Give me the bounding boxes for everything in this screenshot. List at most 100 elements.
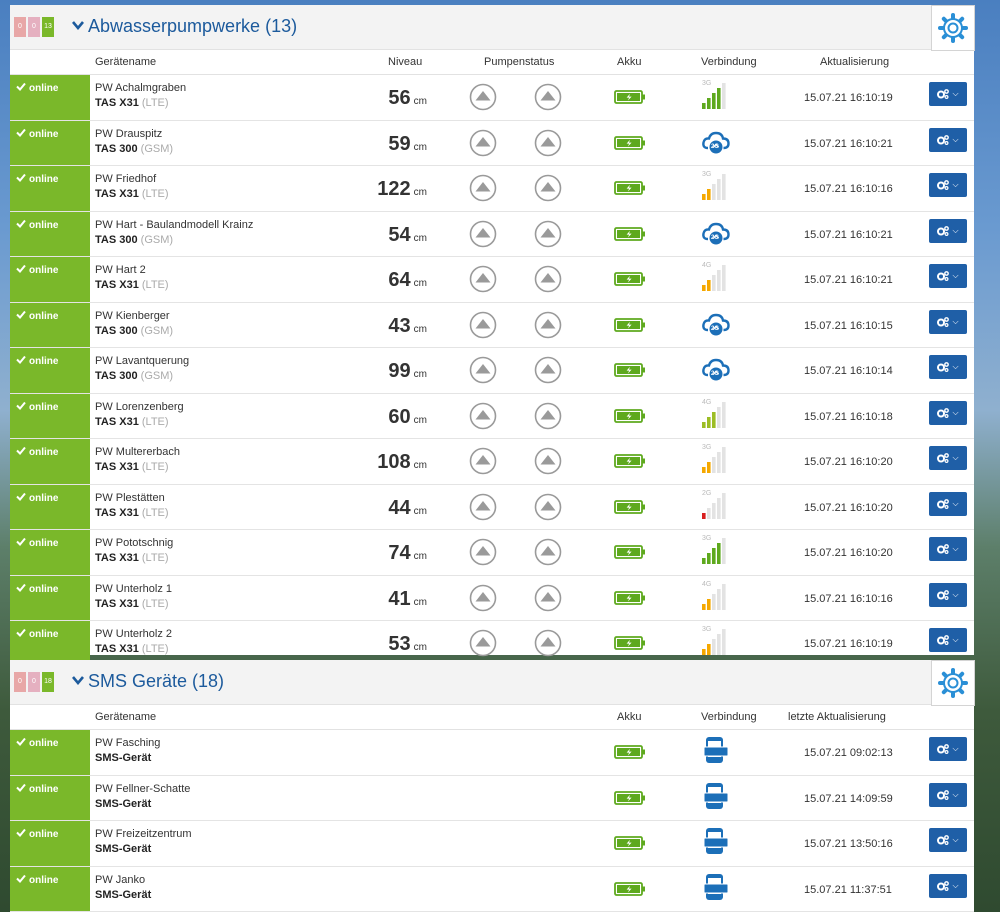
model-name: TAS 300 — [95, 370, 138, 382]
table-row[interactable]: online PW Fellner-Schatte SMS-Gerät 15.07.2… — [10, 775, 974, 821]
pump-1-status-icon — [469, 402, 497, 429]
online-count-badge: 13 — [42, 17, 54, 37]
cogs-icon — [937, 225, 950, 236]
panel-title[interactable]: SMS Geräte (18) — [88, 671, 224, 692]
device-name[interactable]: PW Plestätten — [95, 492, 165, 504]
status-online-badge: online — [10, 302, 90, 347]
device-name[interactable]: PW Kienberger — [95, 310, 170, 322]
level-value: 122 cm — [377, 178, 427, 201]
status-online-badge: online — [10, 393, 90, 438]
status-label: online — [29, 401, 59, 413]
connection-indicator — [703, 873, 729, 906]
device-actions-button[interactable]: ⌵ — [929, 173, 967, 197]
table-row[interactable]: online PW Friedhof TAS X31 (LTE) 122 cm 3G 15.… — [10, 166, 974, 212]
device-name[interactable]: PW Freizeitzentrum — [95, 828, 192, 840]
connection-indicator: 4G — [700, 262, 734, 296]
device-name[interactable]: PW Multererbach — [95, 446, 180, 458]
device-name[interactable]: PW Achalmgraben — [95, 82, 186, 94]
panel-header[interactable]: 0 0 13 Abwasserpumpwerke (13) — [10, 5, 975, 51]
connection-type: (LTE) — [141, 461, 169, 473]
settings-button[interactable] — [931, 660, 975, 706]
device-actions-button[interactable]: ⌵ — [929, 309, 967, 334]
check-icon — [16, 537, 26, 546]
device-name[interactable]: PW Lavantquerung — [95, 355, 189, 367]
battery-icon — [614, 454, 645, 468]
device-name[interactable]: PW Drauspitz — [95, 128, 162, 140]
device-actions-button[interactable]: ⌵ — [929, 218, 967, 243]
device-actions-button[interactable]: ⌵ — [929, 737, 967, 761]
panel-title[interactable]: Abwasserpumpwerke (13) — [88, 16, 297, 37]
model-name: SMS-Gerät — [95, 888, 152, 901]
device-actions-button[interactable]: ⌵ — [929, 628, 967, 652]
device-name[interactable]: PW Hart - Baulandmodell Krainz — [95, 219, 253, 231]
level-number: 53 — [388, 633, 411, 655]
device-actions-button[interactable]: ⌵ — [929, 828, 967, 852]
table-row[interactable]: online PW Janko SMS-Gerät 15.07.21 11:37:51… — [10, 866, 974, 912]
chevron-down-icon[interactable] — [72, 676, 84, 685]
chevron-down-icon: ⌵ — [952, 271, 959, 280]
model-name: TAS 300 — [95, 233, 138, 246]
table-row[interactable]: online PW Lorenzenberg TAS X31 (LTE) 60 cm 4G… — [10, 393, 974, 439]
device-name[interactable]: PW Unterholz 1 — [95, 583, 172, 595]
panel-header[interactable]: 0 0 18 SMS Geräte (18) — [10, 660, 975, 706]
chevron-down-icon: ⌵ — [952, 134, 959, 144]
connection-type: (LTE) — [141, 415, 169, 428]
status-online-badge: online — [10, 575, 90, 620]
device-name[interactable]: PW Lorenzenberg — [95, 401, 184, 413]
cogs-icon — [937, 589, 950, 600]
device-actions-button[interactable]: ⌵ — [929, 782, 967, 807]
connection-indicator: 4G — [700, 399, 734, 433]
table-row[interactable]: online PW Hart - Baulandmodell Krainz TAS … — [10, 211, 974, 257]
device-name[interactable]: PW Hart 2 — [95, 264, 146, 276]
device-name[interactable]: PW Pototschnig — [95, 537, 173, 549]
cogs-icon — [937, 789, 950, 800]
level-value: 41 cm — [388, 588, 427, 611]
battery-icon — [614, 317, 645, 332]
device-actions-button[interactable]: ⌵ — [929, 491, 967, 516]
table-row[interactable]: online PW Kienberger TAS 300 (GSM) 43 cm 2G 15… — [10, 302, 974, 348]
battery-icon — [614, 745, 645, 759]
settings-button[interactable] — [931, 5, 975, 51]
model-name: SMS-Gerät — [95, 752, 152, 764]
device-actions-button[interactable]: ⌵ — [929, 582, 967, 607]
table-row[interactable]: online PW Achalmgraben TAS X31 (LTE) 56 cm 3G… — [10, 75, 974, 121]
device-actions-button[interactable]: ⌵ — [929, 355, 967, 379]
level-unit: cm — [413, 369, 427, 380]
device-actions-button[interactable]: ⌵ — [929, 400, 967, 425]
gear-icon — [938, 13, 968, 43]
model-name: SMS-Gerät — [95, 843, 152, 855]
device-model: SMS-Gerät — [95, 798, 151, 810]
device-name[interactable]: PW Janko — [95, 874, 145, 886]
model-name: TAS X31 — [95, 552, 139, 564]
level-value: 43 cm — [388, 315, 427, 338]
pump-1-status-icon — [469, 83, 497, 111]
device-actions-button[interactable]: ⌵ — [929, 264, 967, 288]
device-actions-button[interactable]: ⌵ — [929, 537, 967, 561]
pump-2-status-icon — [534, 402, 562, 429]
device-name[interactable]: PW Unterholz 2 — [95, 628, 172, 640]
battery-icon — [614, 272, 645, 286]
device-name[interactable]: PW Fasching — [95, 737, 160, 749]
connection-indicator — [703, 782, 729, 815]
device-actions-button[interactable]: ⌵ — [929, 873, 967, 898]
table-row[interactable]: online PW Lavantquerung TAS 300 (GSM) 99 cm 2… — [10, 348, 974, 394]
column-headers: Gerätename Akku Verbindung letzte Aktual… — [10, 705, 974, 730]
device-model: SMS-Gerät — [95, 889, 151, 901]
device-actions-button[interactable]: ⌵ — [929, 446, 967, 470]
device-actions-button[interactable]: ⌵ — [929, 82, 967, 106]
device-actions-button[interactable]: ⌵ — [929, 127, 967, 152]
chevron-down-icon[interactable] — [72, 21, 84, 30]
device-name[interactable]: PW Fellner-Schatte — [95, 783, 190, 795]
status-label: online — [29, 356, 59, 367]
table-row[interactable]: online PW Drauspitz TAS 300 (GSM) 59 cm 2G 15.… — [10, 120, 974, 166]
table-row[interactable]: online PW Plestätten TAS X31 (LTE) 44 cm 2G 15… — [10, 484, 974, 530]
connection-indicator: 3G — [700, 444, 734, 478]
table-row[interactable]: online PW Pototschnig TAS X31 (LTE) 74 cm 3G 1… — [10, 530, 974, 576]
chevron-down-icon: ⌵ — [952, 180, 959, 189]
table-row[interactable]: online PW Fasching SMS-Gerät 15.07.21 09:02… — [10, 730, 974, 776]
table-row[interactable]: online PW Hart 2 TAS X31 (LTE) 64 cm 4G 15.07.… — [10, 257, 974, 303]
table-row[interactable]: online PW Freizeitzentrum SMS-Gerät 15.07.2… — [10, 821, 974, 867]
table-row[interactable]: online PW Unterholz 1 TAS X31 (LTE) 41 cm 4G 1… — [10, 575, 974, 621]
device-name[interactable]: PW Friedhof — [95, 173, 156, 185]
table-row[interactable]: online PW Multererbach TAS X31 (LTE) 108 cm 3… — [10, 439, 974, 485]
